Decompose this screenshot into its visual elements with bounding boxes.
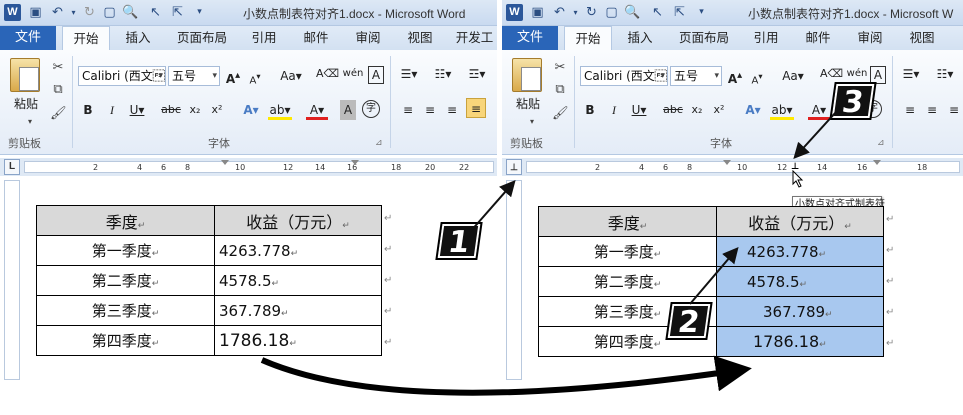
arrow-step-3 [793, 111, 837, 159]
annotation-arrows [260, 111, 837, 396]
arrow-left-to-right [260, 355, 752, 396]
arrow-step-1 [469, 179, 516, 233]
arrow-step-2 [689, 246, 739, 305]
